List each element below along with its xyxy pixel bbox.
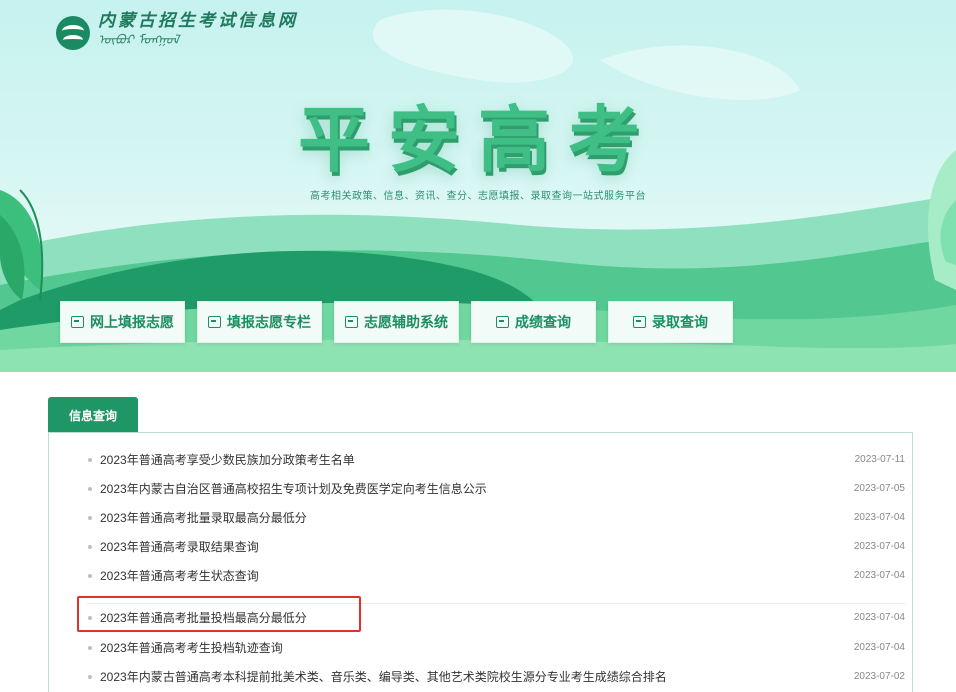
list-item-date: 2023-07-05 [853,483,905,494]
nav-label: 网上填报志愿 [90,314,174,330]
bullet-icon [88,486,92,491]
list-item[interactable]: 2023年内蒙古自治区普通高校招生专项计划及免费医学定向考生信息公示 2023-… [88,474,905,503]
hero-title: 平安高考 [297,98,658,182]
nav-assist-system-button[interactable]: 志愿辅助系统 [334,301,459,343]
list-item-date: 2023-07-11 [854,454,905,465]
logo-subtitle-mongolian: ᠦᠪᠦᠷ ᠮᠤᠩᠭᠤᠯ [98,33,179,48]
list-item-title: 2023年普通高考批量录取最高分最低分 [100,511,307,525]
banner: 内蒙古招生考试信息网 ᠦᠪᠦᠷ ᠮᠤᠩᠭᠤᠯ 平安高考 高考相关政策、信息、资讯… [0,0,956,372]
nav-online-application-button[interactable]: 网上填报志愿 [60,301,185,343]
highlight-box [77,596,361,632]
hero-subtitle: 高考相关政策、信息、资讯、查分、志愿填报、录取查询一站式服务平台 [310,191,646,202]
list-item-date: 2023-07-04 [853,612,905,623]
tab-info-query[interactable]: 信息查询 [48,397,138,433]
form-icon [71,316,84,328]
list-item-title: 2023年普通高考录取结果查询 [100,540,259,554]
nav-application-column-button[interactable]: 填报志愿专栏 [197,301,322,343]
bullet-icon [88,645,92,650]
info-list-panel: 2023年普通高考享受少数民族加分政策考生名单 2023-07-11 2023年… [48,432,913,692]
list-item[interactable]: 2023年普通高考考生投档轨迹查询 2023-07-04 [88,633,905,662]
form-icon [633,316,646,328]
list-item-date: 2023-07-02 [853,671,905,682]
list-item[interactable]: 2023年普通高考考生状态查询 2023-07-04 [88,561,905,590]
bullet-icon [88,674,92,679]
bullet-icon [88,515,92,520]
list-item-title: 2023年内蒙古普通高考本科提前批美术类、音乐类、编导类、其他艺术类院校生源分专… [100,670,667,684]
site-logo[interactable]: 内蒙古招生考试信息网 ᠦᠪᠦᠷ ᠮᠤᠩᠭᠤᠯ [56,10,298,60]
logo-emblem-icon [56,16,90,50]
nav-label: 志愿辅助系统 [364,314,448,330]
monitor-icon [208,316,221,328]
list-item[interactable]: 2023年普通高考录取结果查询 2023-07-04 [88,532,905,561]
nav-label: 成绩查询 [515,314,571,330]
list-item-title: 2023年内蒙古自治区普通高校招生专项计划及免费医学定向考生信息公示 [100,482,487,496]
list-item-title: 2023年普通高考考生投档轨迹查询 [100,641,283,655]
list-item-date: 2023-07-04 [853,570,905,581]
list-item[interactable]: 2023年普通高考批量录取最高分最低分 2023-07-04 [88,503,905,532]
nav-label: 录取查询 [652,314,708,330]
bullet-icon [88,573,92,578]
list-item-title: 2023年普通高考享受少数民族加分政策考生名单 [100,453,355,467]
list-item[interactable]: 2023年普通高考享受少数民族加分政策考生名单 2023-07-11 [88,445,905,474]
nav-score-query-button[interactable]: 成绩查询 [471,301,596,343]
nav-admission-query-button[interactable]: 录取查询 [608,301,733,343]
list-item-date: 2023-07-04 [853,512,905,523]
list-item-date: 2023-07-04 [853,642,905,653]
list-item-title: 2023年普通高考考生状态查询 [100,569,259,583]
document-icon [496,316,509,328]
logo-title: 内蒙古招生考试信息网 [98,11,298,31]
nav-label: 填报志愿专栏 [227,314,311,330]
bullet-icon [88,457,92,462]
list-item-date: 2023-07-04 [853,541,905,552]
bullet-icon [88,544,92,549]
quick-nav: 网上填报志愿 填报志愿专栏 志愿辅助系统 成绩查询 录取查询 [60,301,733,343]
form-icon [345,316,358,328]
list-item[interactable]: 2023年内蒙古普通高考本科提前批美术类、音乐类、编导类、其他艺术类院校生源分专… [88,662,905,691]
